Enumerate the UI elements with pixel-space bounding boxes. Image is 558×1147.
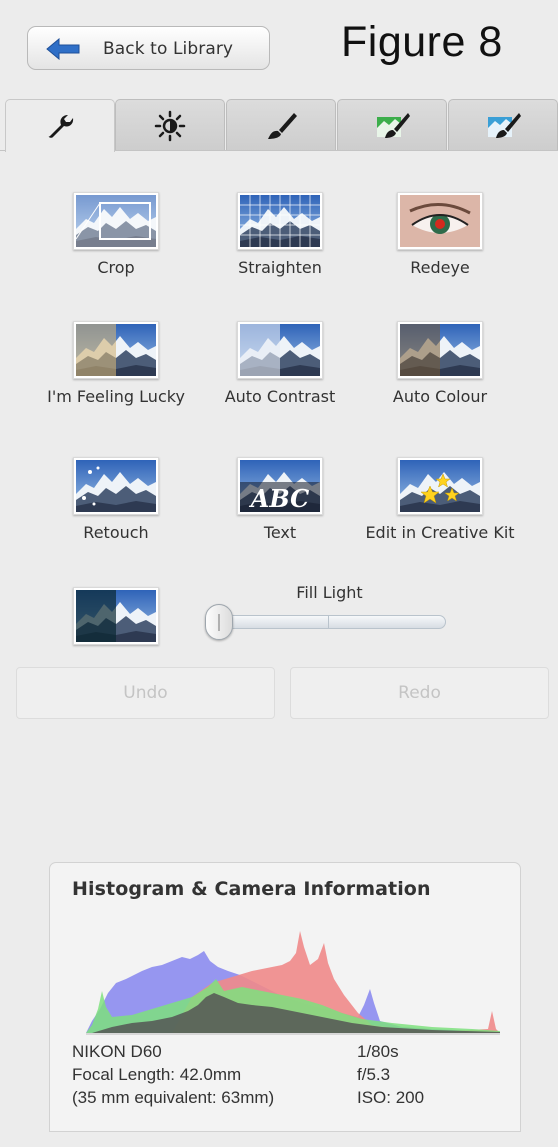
feeling-lucky-label: I'm Feeling Lucky xyxy=(47,387,185,406)
fill-light-slider-track[interactable] xyxy=(213,615,446,629)
fill-light-slider-tick xyxy=(328,616,329,628)
back-arrow-icon xyxy=(46,38,80,60)
iso: ISO: 200 xyxy=(357,1088,425,1107)
tool-tabs xyxy=(0,99,558,152)
crop-thumbnail xyxy=(73,192,159,250)
retouch-label: Retouch xyxy=(83,523,149,542)
landscape-brush-blue-icon xyxy=(488,112,521,138)
creative-kit-tool[interactable]: Edit in Creative Kit xyxy=(345,457,535,542)
creative-kit-thumbnail xyxy=(397,457,483,515)
fill-light-slider-handle[interactable] xyxy=(205,604,233,640)
crop-label: Crop xyxy=(97,258,135,277)
tab-advanced[interactable] xyxy=(448,99,558,151)
redeye-tool[interactable]: Redeye xyxy=(345,192,535,277)
brightness-icon xyxy=(154,110,186,141)
text-thumbnail-letters: ABC xyxy=(249,484,309,512)
header: Back to Library Figure 8 xyxy=(0,0,558,96)
camera-model: NIKON D60 xyxy=(72,1042,162,1061)
redeye-thumbnail xyxy=(397,192,483,250)
auto-colour-tool[interactable]: Auto Colour xyxy=(345,321,535,406)
back-to-library-label: Back to Library xyxy=(103,39,234,59)
text-thumbnail: ABC xyxy=(237,457,323,515)
aperture: f/5.3 xyxy=(357,1065,391,1084)
focal-length: Focal Length: 42.0mm xyxy=(72,1065,242,1084)
creative-kit-label: Edit in Creative Kit xyxy=(365,523,515,542)
wrench-icon xyxy=(48,115,74,138)
tab-more-effects[interactable] xyxy=(337,99,447,151)
fill-light-label: Fill Light xyxy=(296,583,363,602)
undo-button[interactable]: Undo xyxy=(16,667,275,719)
histogram-chart xyxy=(86,931,500,1035)
feeling-lucky-thumbnail xyxy=(73,321,159,379)
tab-effects[interactable] xyxy=(226,99,336,151)
crop-tool[interactable]: Crop xyxy=(21,192,211,277)
auto-contrast-thumbnail xyxy=(237,321,323,379)
auto-colour-label: Auto Colour xyxy=(392,387,488,406)
paintbrush-icon xyxy=(268,112,297,139)
retouch-thumbnail xyxy=(73,457,159,515)
retouch-tool[interactable]: Retouch xyxy=(21,457,211,542)
back-to-library-button[interactable]: Back to Library xyxy=(27,26,270,70)
focal-equivalent: (35 mm equivalent: 63mm) xyxy=(72,1088,275,1107)
fill-light-thumbnail xyxy=(73,587,159,645)
feeling-lucky-tool[interactable]: I'm Feeling Lucky xyxy=(21,321,211,406)
landscape-brush-green-icon xyxy=(377,112,410,138)
tab-basic-edits[interactable] xyxy=(5,99,115,152)
straighten-thumbnail xyxy=(237,192,323,250)
redo-button[interactable]: Redo xyxy=(290,667,549,719)
redeye-label: Redeye xyxy=(410,258,470,277)
figure-title: Figure 8 xyxy=(341,18,503,66)
auto-colour-thumbnail xyxy=(397,321,483,379)
histogram-title: Histogram & Camera Information xyxy=(72,878,431,900)
tab-tuning[interactable] xyxy=(115,99,225,151)
shutter-speed: 1/80s xyxy=(357,1042,399,1061)
